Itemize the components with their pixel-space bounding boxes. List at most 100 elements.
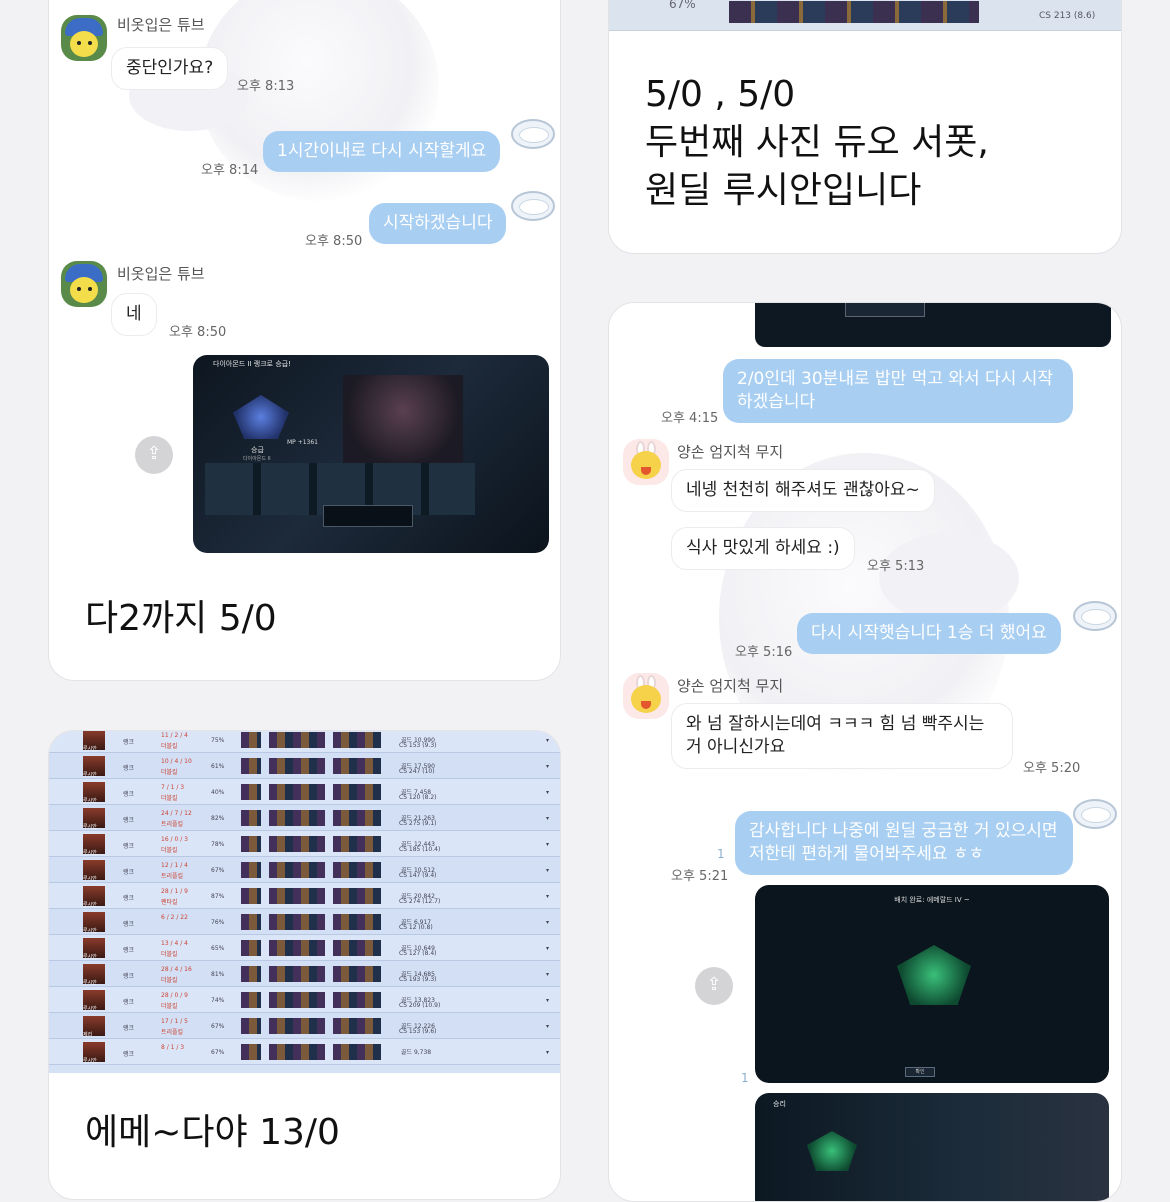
queue-type: 랭크	[123, 739, 135, 746]
table-row[interactable]: 제리 랭크 17 / 1 / 5 트리플킬 67% 골드 12,226 CS 153 (9.…	[49, 1013, 560, 1039]
message-bubble[interactable]: 감사합니다 나중에 원딜 궁금한 거 있으시면 저한테 편하게 물어봐주세요 ㅎ…	[735, 811, 1073, 875]
multikill-label: 더블킬	[161, 1003, 178, 1010]
build-icons	[333, 1044, 381, 1060]
rune-icons	[241, 992, 261, 1008]
lobby-screenshot[interactable]	[755, 303, 1111, 347]
emerald-emblem-icon	[807, 1131, 857, 1171]
rune-icons	[241, 966, 261, 982]
cs-value: CS 275 (9.1)	[399, 820, 437, 827]
table-row[interactable]: 루시안 랭크 6 / 2 / 22 76% 골드 6,917 CS 12 (0.8) ▾	[49, 909, 560, 935]
table-row[interactable]: 루시안 랭크 10 / 4 / 10 더블킬 61% 골드 17,590 CS 247 (1…	[49, 753, 560, 779]
tube-avatar[interactable]	[61, 261, 107, 307]
item-icons	[269, 1018, 325, 1034]
cs-value: CS 120 (8.2)	[399, 794, 437, 801]
build-icons	[333, 862, 381, 878]
match-history-table[interactable]: 루시안 랭크 11 / 2 / 4 더블킬 75% 골드 10,990 CS 153 (9.…	[49, 731, 560, 1073]
message-time: 오후 8:14	[201, 163, 259, 178]
item-icons	[269, 732, 325, 748]
rune-icons	[241, 862, 261, 878]
victory-screenshot[interactable]: 승리	[755, 1093, 1109, 1201]
champion-name: 제리	[83, 1032, 93, 1038]
rank-banner: 다이아몬드 II 랭크로 승급!	[213, 360, 292, 368]
message-bubble[interactable]: 중단인가요?	[111, 47, 229, 90]
placement-title: 배치 완료: 에메랄드 IV ~	[894, 896, 970, 904]
post-card-2: 67% CS 213 (8.6) 5/0 , 5/0 두번째 사진 듀오 서폿,…	[608, 0, 1122, 254]
message-time: 오후 4:15	[661, 411, 719, 426]
table-row[interactable]: 루시안 랭크 12 / 1 / 4 트리플킬 67% 골드 10,512 CS 147 (9…	[49, 857, 560, 883]
kda-value: 16 / 0 / 3	[161, 836, 188, 843]
kda-value: 17 / 1 / 5	[161, 1018, 188, 1025]
message-bubble[interactable]: 2/0인데 30분내로 밥만 먹고 와서 다시 시작하겠습니다	[723, 359, 1073, 423]
event-pass-panel	[323, 505, 413, 527]
message-bubble[interactable]: 네	[111, 293, 157, 336]
dropdown-icon: ▾	[546, 919, 550, 926]
item-icons	[269, 1044, 325, 1060]
unread-count: 1	[717, 847, 725, 861]
multikill-label: 더블킬	[161, 847, 178, 854]
kda-value: 24 / 7 / 12	[161, 810, 192, 817]
kda-value: 28 / 4 / 16	[161, 966, 192, 973]
queue-type: 랭크	[123, 765, 135, 772]
kill-participation: 67%	[211, 1023, 225, 1030]
caption-line-2: 두번째 사진 듀오 서폿,	[645, 122, 989, 163]
dropdown-icon: ▾	[546, 1049, 550, 1056]
rank-up-screenshot[interactable]: 다이아몬드 II 랭크로 승급! 승급 다이아몬드 II MP +1361	[193, 355, 549, 553]
build-icons	[333, 810, 381, 826]
cs-value: CS 147 (9.4)	[399, 872, 437, 879]
dropdown-icon: ▾	[546, 815, 550, 822]
message-time: 오후 5:20	[1023, 761, 1081, 776]
message-time: 오후 5:13	[867, 559, 925, 574]
message-bubble[interactable]: 다시 시작햇습니다 1승 더 했어요	[797, 613, 1061, 654]
sender-name: 양손 엄지척 무지	[677, 443, 784, 461]
post-caption: 다2까지 5/0	[85, 598, 277, 639]
dropdown-icon: ▾	[546, 763, 550, 770]
cs-value: CS 153 (9.3)	[399, 742, 437, 749]
win-percent: 67%	[669, 0, 696, 11]
muzi-avatar[interactable]	[623, 439, 669, 485]
table-row[interactable]: 루시안 랭크 28 / 1 / 9 펜타킬 87% 골드 20,842 CS 274 (12…	[49, 883, 560, 909]
champion-name: 루시안	[83, 954, 97, 960]
table-row[interactable]: 루시안 랭크 24 / 7 / 12 트리플킬 82% 골드 21,263 CS 275 (…	[49, 805, 560, 831]
queue-type: 랭크	[123, 1051, 135, 1058]
message-time: 오후 8:50	[169, 325, 227, 340]
dropdown-icon: ▾	[546, 841, 550, 848]
champion-name: 루시안	[83, 902, 97, 908]
sender-name: 비옷입은 튜브	[117, 265, 205, 283]
muzi-avatar[interactable]	[623, 673, 669, 719]
confirm-button[interactable]: 확인	[905, 1067, 935, 1077]
rank-sub: 다이아몬드 II	[243, 456, 271, 462]
kill-participation: 75%	[211, 737, 225, 744]
table-row[interactable]: 루시안 랭크 13 / 4 / 4 더블킬 65% 골드 10,649 CS 127 (8.…	[49, 935, 560, 961]
table-row[interactable]: 루시안 랭크 8 / 1 / 3 67% 골드 9,738 ▾	[49, 1039, 560, 1065]
message-bubble[interactable]: 와 넘 잘하시는데여 ㅋㅋㅋ 힘 넘 빡주시는 거 아니신가요	[671, 703, 1013, 769]
table-row[interactable]: 루시안 랭크 7 / 1 / 3 더블킬 40% 골드 7,458 CS 120 (8.2)…	[49, 779, 560, 805]
item-icons	[269, 992, 325, 1008]
kill-participation: 87%	[211, 893, 225, 900]
kda-value: 7 / 1 / 3	[161, 784, 185, 791]
post-card-4: 루시안 랭크 11 / 2 / 4 더블킬 75% 골드 10,990 CS 153 (9.…	[48, 730, 561, 1200]
post-card-1: 비옷입은 튜브 중단인가요? 오후 8:13 1시간이내로 다시 시작할게요 오…	[48, 0, 561, 681]
champion-name: 루시안	[83, 850, 97, 856]
diamond-emblem-icon	[233, 395, 289, 439]
message-bubble[interactable]: 시작하겠습니다	[369, 203, 507, 244]
cs-value: CS 12 (0.8)	[399, 924, 433, 931]
table-row[interactable]: 루시안 랭크 16 / 0 / 3 더블킬 78% 골드 12,443 CS 185 (10…	[49, 831, 560, 857]
message-bubble[interactable]: 식사 맛있게 하세요 :)	[671, 527, 855, 570]
kda-value: 11 / 2 / 4	[161, 732, 188, 739]
share-icon[interactable]: ⇪	[135, 436, 173, 474]
table-row[interactable]: 루시안 랭크 11 / 2 / 4 더블킬 75% 골드 10,990 CS 153 (9.…	[49, 731, 560, 753]
share-icon[interactable]: ⇪	[695, 967, 733, 1005]
kda-value: 6 / 2 / 22	[161, 914, 188, 921]
placement-complete-screenshot[interactable]: 배치 완료: 에메랄드 IV ~ 확인	[755, 885, 1109, 1083]
message-bubble[interactable]: 1시간이내로 다시 시작할게요	[263, 131, 501, 172]
item-icons	[269, 940, 325, 956]
item-icons	[269, 888, 325, 904]
kill-participation: 78%	[211, 841, 225, 848]
message-bubble[interactable]: 네넹 천천히 해주셔도 괜찮아요~	[671, 469, 935, 512]
table-row[interactable]: 루시안 랭크 28 / 4 / 16 더블킬 81% 골드 14,685 CS 193 (9…	[49, 961, 560, 987]
multikill-label: 더블킬	[161, 951, 178, 958]
post-caption: 에메~다야 13/0	[85, 1112, 340, 1153]
champion-name: 루시안	[83, 772, 97, 778]
table-row[interactable]: 루시안 랭크 28 / 0 / 9 더블킬 74% 골드 13,823 CS 209 (10…	[49, 987, 560, 1013]
tube-avatar[interactable]	[61, 15, 107, 61]
